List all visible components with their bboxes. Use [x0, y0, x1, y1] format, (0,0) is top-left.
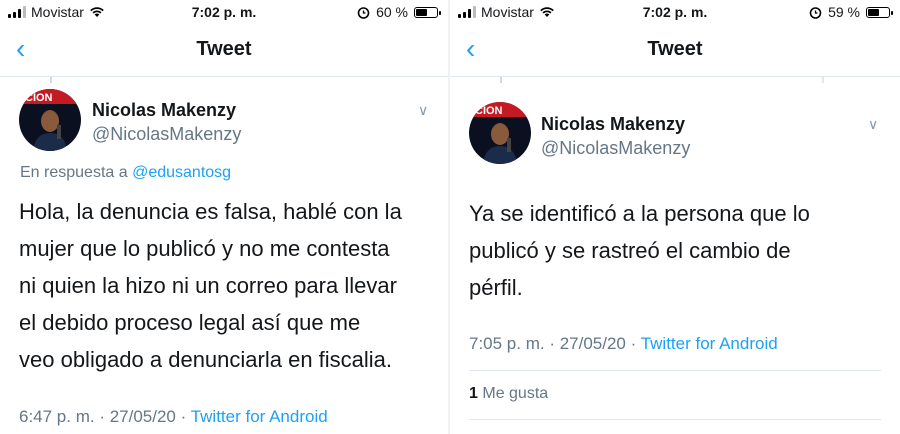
tweet-timestamp: 7:05 p. m. · 27/05/20 ·	[469, 334, 637, 353]
battery-percent: 59 %	[828, 4, 860, 20]
tweet-text-line: Ya se identificó a la persona que lo	[469, 201, 810, 226]
divider	[469, 419, 881, 420]
status-bar: Movistar 7:02 p. m. 60 %	[0, 0, 448, 26]
avatar[interactable]: CION	[469, 102, 531, 164]
battery-percent: 60 %	[376, 4, 408, 20]
author-handle[interactable]: @NicolasMakenzy	[92, 124, 241, 145]
status-bar: Movistar 7:02 p. m. 59 %	[450, 0, 900, 26]
svg-text:CION: CION	[25, 92, 53, 104]
tweet-text: Ya se identificó a la persona que lo pub…	[469, 195, 810, 306]
chevron-down-icon[interactable]: ∨	[418, 102, 428, 119]
left-screenshot: Movistar 7:02 p. m. 60 % ‹ Tweet CION Ni…	[0, 0, 448, 434]
tweet-timestamp: 6:47 p. m. · 27/05/20 ·	[19, 407, 187, 426]
thread-line	[822, 77, 824, 83]
tweet-meta: 7:05 p. m. · 27/05/20 · Twitter for Andr…	[469, 334, 778, 354]
chevron-down-icon[interactable]: ∨	[868, 116, 878, 133]
nav-bar: ‹ Tweet	[0, 26, 448, 77]
divider	[469, 370, 881, 371]
tweet-meta: 6:47 p. m. · 27/05/20 · Twitter for Andr…	[19, 407, 328, 427]
tweet-source-link[interactable]: Twitter for Android	[191, 407, 328, 426]
battery-icon	[414, 6, 441, 18]
tweet-text-line: Hola, la denuncia es falsa, hablé con la	[19, 199, 402, 224]
tweet-text: Hola, la denuncia es falsa, hablé con la…	[19, 193, 402, 378]
thread-line	[50, 77, 52, 83]
tweet-text-line: mujer que lo publicó y no me contesta	[19, 236, 390, 261]
battery-icon	[866, 6, 893, 18]
likes-label: Me gusta	[482, 385, 549, 402]
thread-line	[500, 77, 502, 83]
page-title: Tweet	[196, 38, 252, 60]
tweet-text-line: ni quien la hizo ni un correo para lleva…	[19, 273, 397, 298]
right-screenshot: Movistar 7:02 p. m. 59 % ‹ Tweet CION Ni…	[450, 0, 900, 434]
reply-prefix: En respuesta a	[20, 164, 128, 181]
tweet-text-line: pérfil.	[469, 275, 523, 300]
tweet-source-link[interactable]: Twitter for Android	[641, 334, 778, 353]
author-name[interactable]: Nicolas Makenzy	[541, 114, 685, 135]
author-handle[interactable]: @NicolasMakenzy	[541, 138, 690, 159]
page-title: Tweet	[647, 38, 703, 60]
alarm-icon	[809, 6, 822, 19]
tweet-text-line: veo obligado a denunciarla en fiscalia.	[19, 347, 393, 372]
likes-count: 1	[469, 385, 478, 402]
author-name[interactable]: Nicolas Makenzy	[92, 100, 236, 121]
svg-text:CION: CION	[475, 105, 503, 117]
tweet-text-line: publicó y se rastreó el cambio de	[469, 238, 791, 263]
alarm-icon	[357, 6, 370, 19]
reply-to-line: En respuesta a @edusantosg	[20, 164, 231, 182]
tweet-text-line: el debido proceso legal así que me	[19, 310, 361, 335]
nav-bar: ‹ Tweet	[450, 26, 900, 77]
avatar[interactable]: CION	[19, 89, 81, 151]
reply-mention-link[interactable]: @edusantosg	[132, 164, 231, 181]
likes-stat[interactable]: 1 Me gusta	[469, 385, 548, 403]
